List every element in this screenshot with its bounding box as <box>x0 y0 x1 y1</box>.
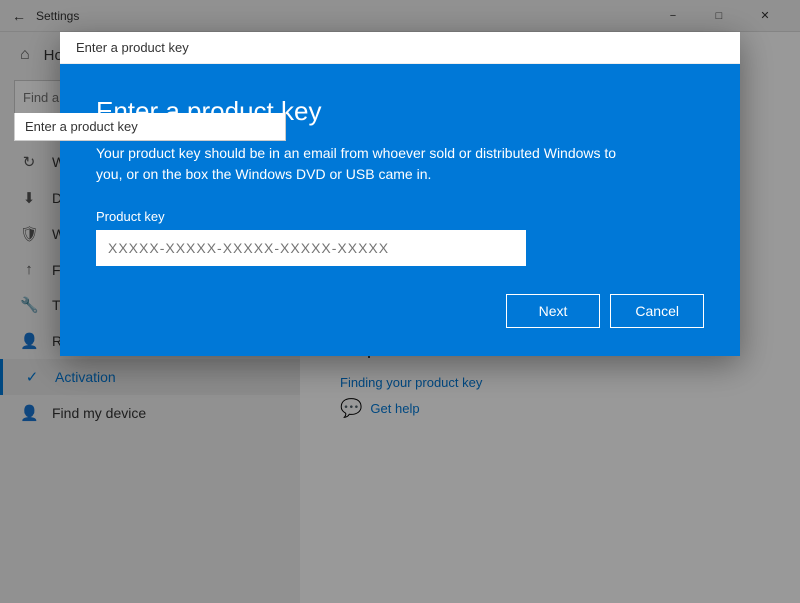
cancel-button[interactable]: Cancel <box>610 294 704 328</box>
dialog-header: Enter a product key <box>60 32 740 64</box>
product-key-input[interactable] <box>96 230 526 266</box>
dialog-description: Your product key should be in an email f… <box>96 143 636 185</box>
search-dropdown[interactable]: Enter a product key <box>14 113 286 141</box>
modal-overlay: Enter a product key Enter a product key … <box>0 0 800 603</box>
product-key-dialog: Enter a product key Enter a product key … <box>60 32 740 356</box>
dialog-actions: Next Cancel <box>96 294 704 328</box>
dialog-header-title: Enter a product key <box>76 40 189 55</box>
search-dropdown-text: Enter a product key <box>25 119 138 134</box>
dialog-body: Enter a product key Your product key sho… <box>60 64 740 356</box>
dialog-field-label: Product key <box>96 209 704 224</box>
next-button[interactable]: Next <box>506 294 601 328</box>
